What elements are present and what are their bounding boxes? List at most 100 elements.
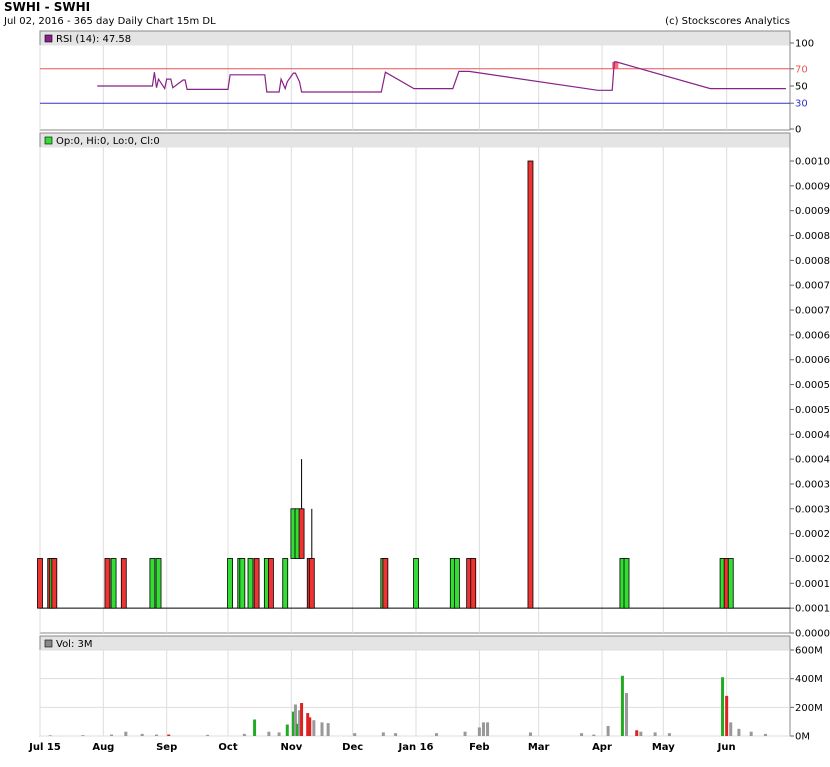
candle-body	[623, 558, 630, 609]
volume-tick-label: 600M	[795, 646, 823, 657]
candle-body	[239, 558, 246, 609]
candle-body	[110, 558, 117, 609]
candle-body	[470, 558, 477, 609]
candle-body	[149, 558, 156, 609]
rsi-tick-label: 30	[795, 99, 808, 110]
volume-bar	[620, 675, 624, 736]
volume-bar	[285, 724, 289, 736]
candle-body	[104, 558, 111, 609]
x-axis-label: Aug	[92, 742, 114, 753]
candle-body	[298, 508, 305, 559]
price-tick-label: 0.00005	[795, 629, 830, 640]
candle-body	[413, 558, 419, 609]
volume-bar	[749, 731, 753, 736]
stock-chart: RSI (14): 47.58 0 30 50 70 100 Op:0, Hi:0, Lo:…	[28, 30, 830, 753]
volume-bar	[277, 732, 281, 736]
volume-bar	[320, 722, 324, 736]
volume-bar	[729, 722, 733, 736]
price-tick-label: 0.00045	[795, 430, 830, 441]
x-axis-label: Oct	[218, 742, 237, 753]
price-tick-label: 0.00020	[795, 554, 830, 565]
price-tick-label: 0.00040	[795, 455, 830, 466]
volume-panel-frame	[39, 635, 791, 737]
x-axis-label: Nov	[280, 742, 302, 753]
volume-bar	[721, 677, 725, 736]
volume-bar	[463, 731, 467, 736]
volume-bar	[763, 733, 767, 736]
volume-bar	[381, 732, 385, 736]
candle-body	[37, 558, 43, 609]
volume-bar	[486, 722, 490, 736]
price-tick-label: 0.00100	[795, 157, 830, 168]
rsi-tick-label: 0	[795, 125, 801, 136]
volume-bar	[154, 734, 158, 736]
price-tick-label: 0.00055	[795, 380, 830, 391]
volume-bar	[528, 732, 532, 736]
price-tick-label: 0.00035	[795, 479, 830, 490]
price-tick-label: 0.00065	[795, 330, 830, 341]
x-axis-label: Mar	[528, 742, 550, 753]
candle-body	[282, 558, 289, 609]
volume-bar	[48, 735, 52, 736]
x-axis-label: Jul 15	[28, 742, 61, 753]
volume-bar	[625, 693, 629, 736]
price-tick-label: 0.00080	[795, 256, 830, 267]
volume-bar	[434, 733, 438, 736]
volume-bar	[481, 722, 485, 736]
price-panel-frame	[39, 132, 791, 634]
price-tick-label: 0.00030	[795, 504, 830, 515]
rsi-tick-label: 70	[795, 64, 808, 75]
price-tick-label: 0.00015	[795, 579, 830, 590]
price-tick-label: 0.00090	[795, 206, 830, 217]
volume-bar	[737, 728, 741, 736]
x-axis-label: Apr	[592, 742, 612, 753]
candle-body	[120, 558, 127, 609]
volume-bar	[110, 734, 114, 736]
rsi-panel-legend-text: RSI (14): 47.58	[56, 34, 131, 45]
volume-tick-label: 400M	[795, 674, 823, 685]
candle-body	[51, 558, 58, 609]
volume-panel-legend-bar	[40, 636, 790, 651]
rsi-panel-legend-bar	[40, 31, 790, 46]
volume-bar	[300, 703, 304, 736]
price-tick-label: 0.00010	[795, 604, 830, 615]
volume-bar	[81, 735, 85, 736]
price-tick-label: 0.00025	[795, 529, 830, 540]
price-tick-label: 0.00060	[795, 355, 830, 366]
volume-bar	[635, 730, 639, 736]
volume-bar	[606, 725, 610, 736]
volume-bar	[140, 733, 144, 736]
volume-bar	[592, 734, 596, 736]
price-tick-label: 0.00070	[795, 306, 830, 317]
price-tick-label: 0.00085	[795, 231, 830, 242]
volume-bar	[308, 717, 312, 736]
volume-bar	[242, 733, 246, 736]
x-axis-label: Feb	[469, 742, 489, 753]
volume-bar	[167, 734, 171, 736]
volume-bar	[253, 719, 257, 736]
rsi-panel-legend-swatch	[44, 34, 53, 43]
volume-bar	[477, 727, 481, 736]
candle-body	[527, 160, 534, 609]
candle-body	[247, 558, 254, 609]
rsi-tick-label: 100	[795, 39, 814, 50]
volume-bar	[206, 734, 210, 736]
candle-body	[382, 558, 389, 609]
price-tick-label: 0.00075	[795, 281, 830, 292]
volume-bar	[639, 731, 643, 736]
volume-panel-legend-swatch	[44, 639, 53, 648]
volume-bar	[124, 731, 128, 736]
volume-bar	[667, 733, 671, 736]
volume-panel-legend-text: Vol: 3M	[56, 639, 93, 650]
volume-bar	[326, 723, 330, 736]
x-axis-label: May	[652, 742, 675, 753]
candle-body	[227, 558, 233, 609]
x-axis-label: Dec	[342, 742, 363, 753]
price-panel-legend-swatch	[44, 136, 53, 145]
x-axis-label: Sep	[156, 742, 177, 753]
rsi-tick-label: 50	[795, 82, 808, 93]
volume-tick-label: 200M	[795, 703, 823, 714]
volume-tick-label: 0M	[795, 732, 810, 743]
volume-bar	[394, 733, 398, 736]
price-tick-label: 0.00050	[795, 405, 830, 416]
